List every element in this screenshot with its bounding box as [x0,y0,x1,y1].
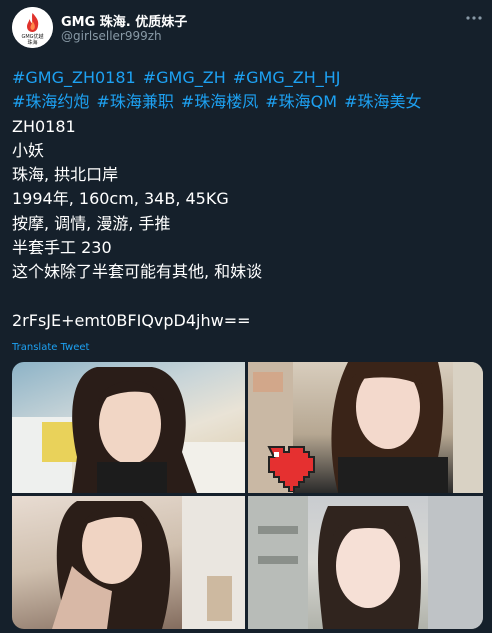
avatar-brand-text: GMG优越 珠海 [21,34,44,46]
hashtag-link[interactable]: #珠海约炮 [12,92,89,111]
text-line: 1994年, 160cm, 34B, 45KG [12,189,229,209]
text-line: 按摩, 调情, 漫游, 手推 [12,213,171,233]
tweet-card: GMG优越 珠海 GMG 珠海. 优质妹子 @girlseller999zh #G… [0,0,492,633]
text-line: ZH0181 [12,116,76,136]
photo-1[interactable] [12,362,245,493]
more-horizontal-icon[interactable] [464,8,484,28]
avatar[interactable]: GMG优越 珠海 [12,7,53,48]
hashtag-link[interactable]: #珠海美女 [344,92,421,111]
photo-2[interactable] [248,362,483,493]
photo-grid [12,362,483,629]
hashtag-link[interactable]: #珠海兼职 [96,92,173,111]
hashtag-link[interactable]: #GMG_ZH_HJ [233,68,341,87]
user-handle[interactable]: @girlseller999zh [61,29,162,43]
translate-tweet-link[interactable]: Translate Tweet [12,342,89,353]
hashtag-link[interactable]: #GMG_ZH [143,68,226,87]
text-line: 小妖 [12,140,45,160]
text-line: 这个妹除了半套可能有其他, 和妹谈 [12,262,263,282]
photo-4[interactable] [248,496,483,629]
hashtag-row-2: #珠海约炮 #珠海兼职 #珠海楼凤 #珠海QM #珠海美女 [12,90,482,114]
display-name[interactable]: GMG 珠海. 优质妹子 [61,11,187,30]
hashtag-row-1: #GMG_ZH0181 #GMG_ZH #GMG_ZH_HJ [12,66,482,90]
text-line: 半套手工 230 [12,238,112,258]
tweet-text: #GMG_ZH0181 #GMG_ZH #GMG_ZH_HJ #珠海约炮 #珠海兼职 #… [12,66,482,333]
hashtag-link[interactable]: #GMG_ZH0181 [12,68,136,87]
hashtag-link[interactable]: #珠海楼凤 [181,92,258,111]
code-line: 2rFsJE+emt0BFIQvpD4jhw== [12,310,251,330]
pixel-heart-icon [267,446,315,492]
photo-3[interactable] [12,496,245,629]
text-line: 珠海, 拱北口岸 [12,165,119,185]
hashtag-link[interactable]: #珠海QM [265,92,337,111]
